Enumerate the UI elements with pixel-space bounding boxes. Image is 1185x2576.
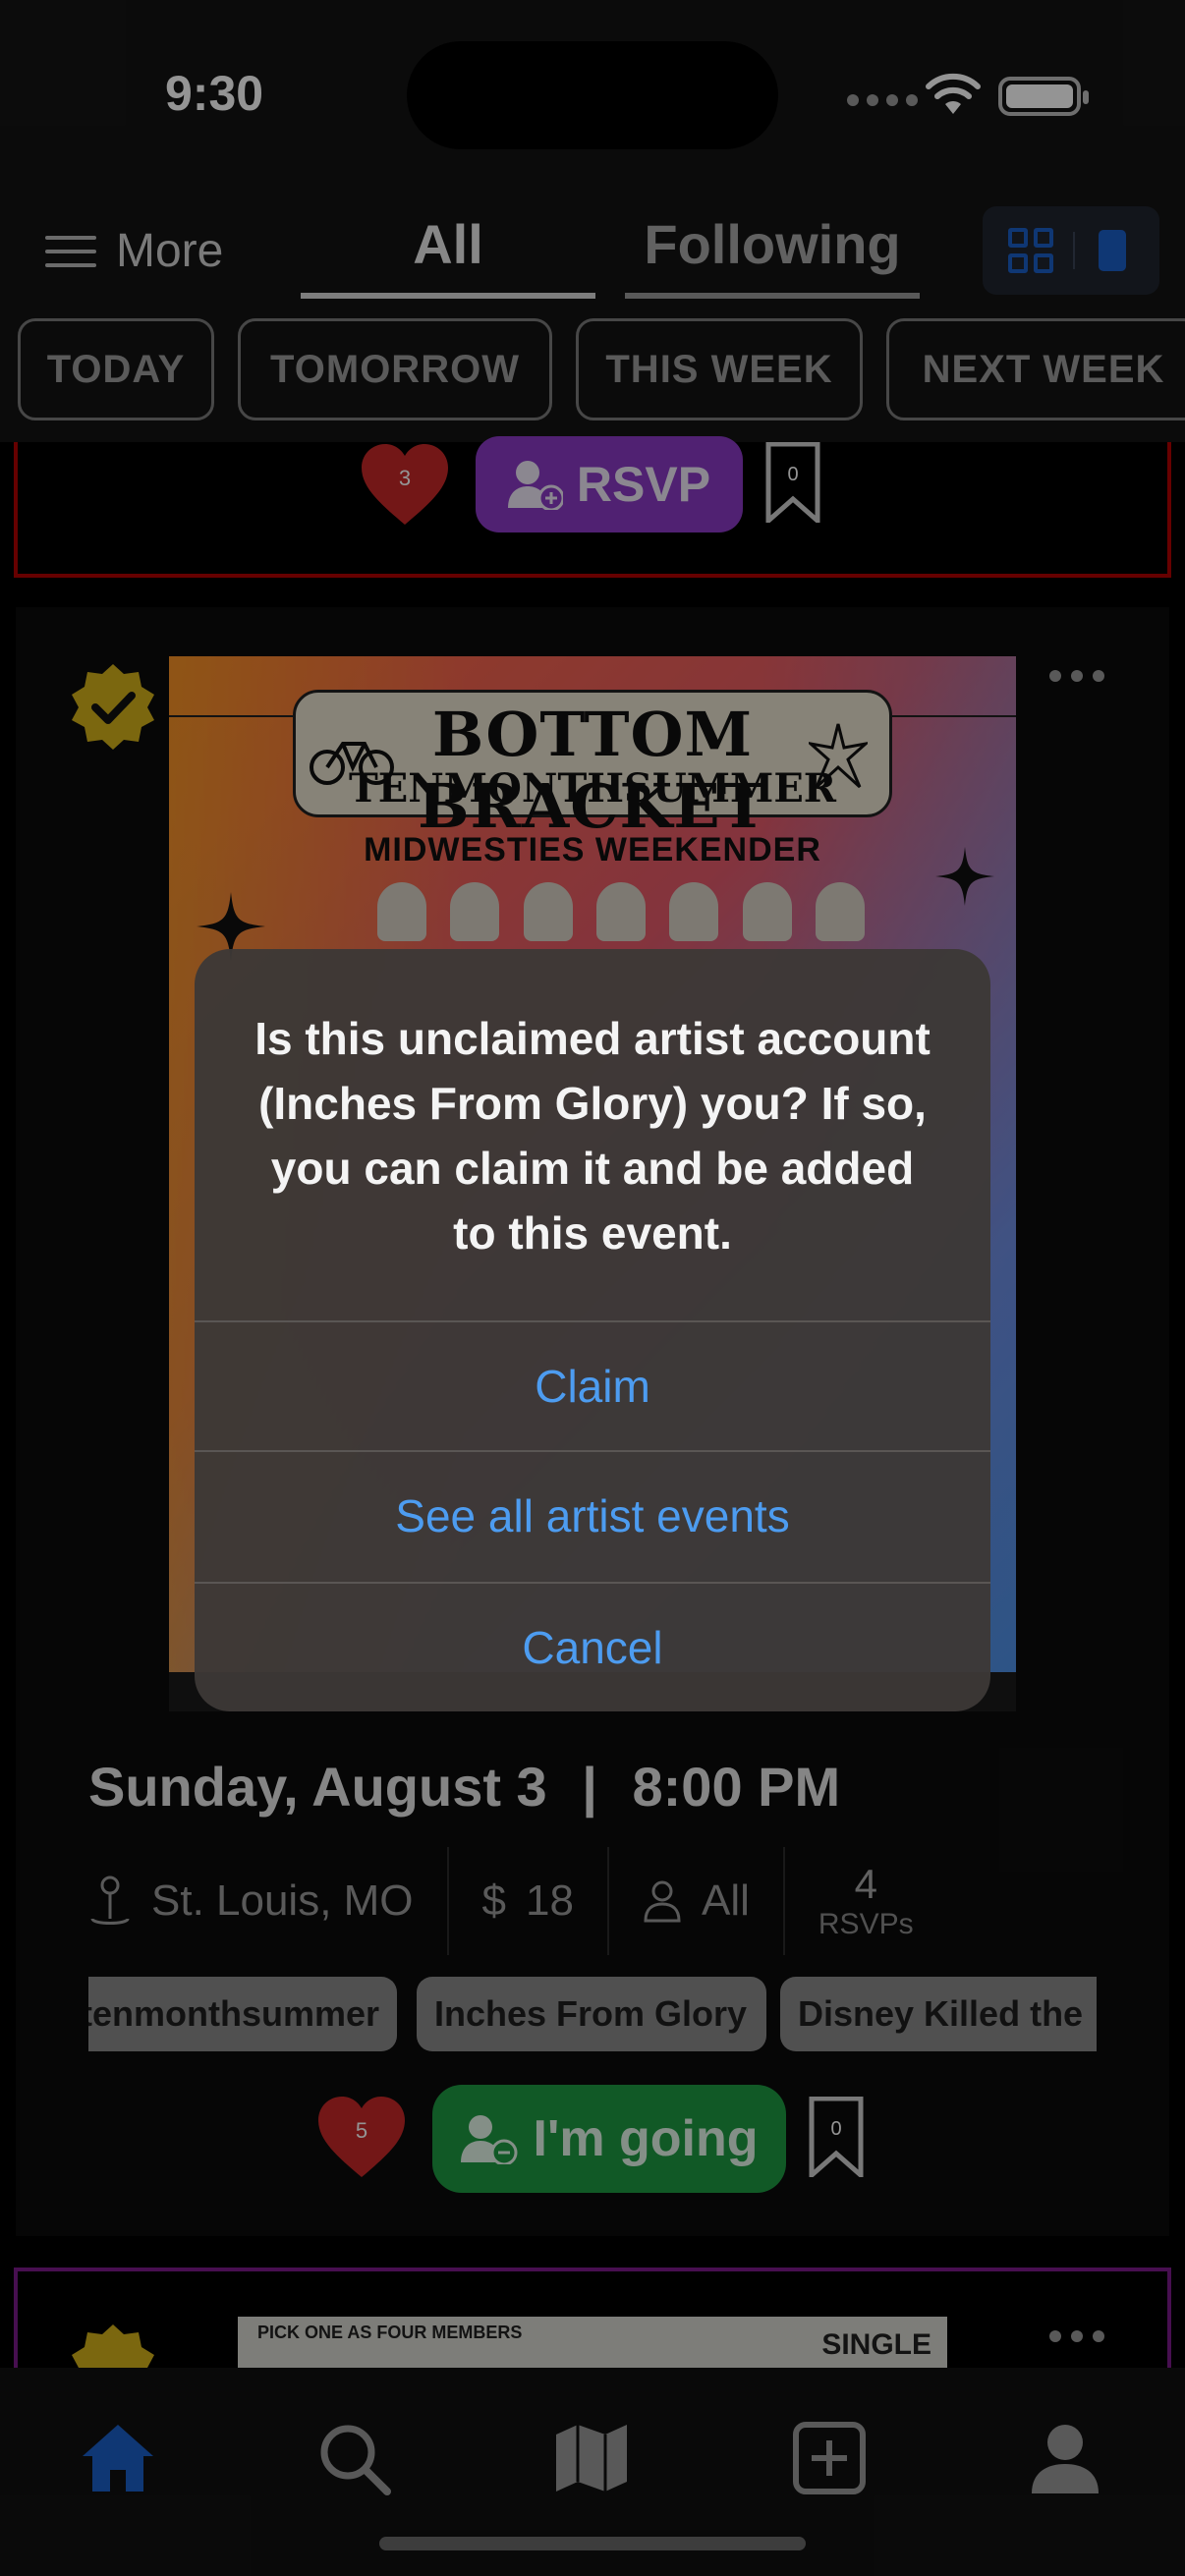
claim-button[interactable]: Claim bbox=[195, 1320, 990, 1450]
see-all-artist-events-button[interactable]: See all artist events bbox=[195, 1450, 990, 1580]
cancel-button[interactable]: Cancel bbox=[195, 1582, 990, 1711]
alert-message: Is this unclaimed artist account (Inches… bbox=[254, 1013, 931, 1259]
claim-artist-alert: Is this unclaimed artist account (Inches… bbox=[195, 949, 990, 1711]
